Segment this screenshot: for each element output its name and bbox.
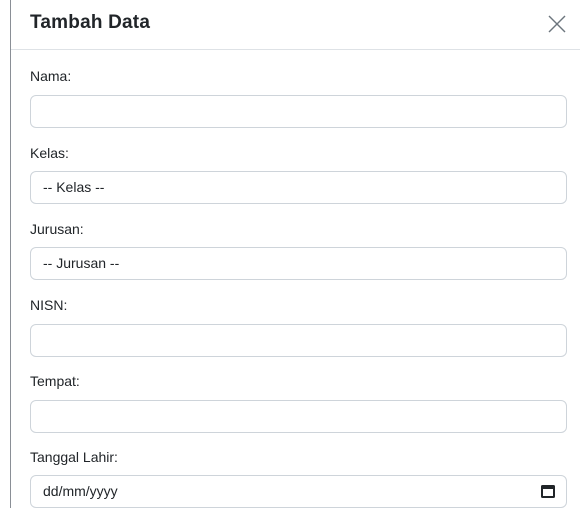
nama-group: Nama: (30, 66, 567, 128)
jurusan-select[interactable]: -- Jurusan -- (30, 247, 567, 280)
add-data-modal: Tambah Data Nama: Kelas: -- Kelas -- Jur… (11, 0, 580, 508)
tempat-group: Tempat: (30, 371, 567, 433)
modal-title: Tambah Data (30, 12, 151, 33)
calendar-icon[interactable] (541, 485, 555, 498)
kelas-selected-option: -- Kelas -- (43, 179, 105, 195)
kelas-group: Kelas: -- Kelas -- (30, 143, 567, 204)
kelas-select[interactable]: -- Kelas -- (30, 171, 567, 204)
tempat-input[interactable] (30, 400, 567, 433)
modal-header: Tambah Data (11, 0, 580, 50)
jurusan-selected-option: -- Jurusan -- (43, 255, 120, 271)
kelas-label: Kelas: (30, 145, 69, 161)
nisn-group: NISN: (30, 295, 567, 357)
close-icon (548, 15, 566, 33)
jurusan-label: Jurusan: (30, 221, 84, 237)
background-page-edge (0, 0, 11, 508)
tempat-label: Tempat: (30, 373, 80, 389)
nama-label: Nama: (30, 68, 72, 84)
close-button[interactable] (544, 11, 570, 37)
tanggal-lahir-label: Tanggal Lahir: (30, 449, 118, 465)
nama-input[interactable] (30, 95, 567, 128)
tanggal-lahir-input[interactable]: dd/mm/yyyy (30, 475, 567, 508)
nisn-input[interactable] (30, 324, 567, 357)
jurusan-group: Jurusan: -- Jurusan -- (30, 219, 567, 280)
date-placeholder: dd/mm/yyyy (43, 483, 118, 499)
tanggal-lahir-group: Tanggal Lahir: dd/mm/yyyy (30, 447, 567, 508)
nisn-label: NISN: (30, 297, 68, 313)
